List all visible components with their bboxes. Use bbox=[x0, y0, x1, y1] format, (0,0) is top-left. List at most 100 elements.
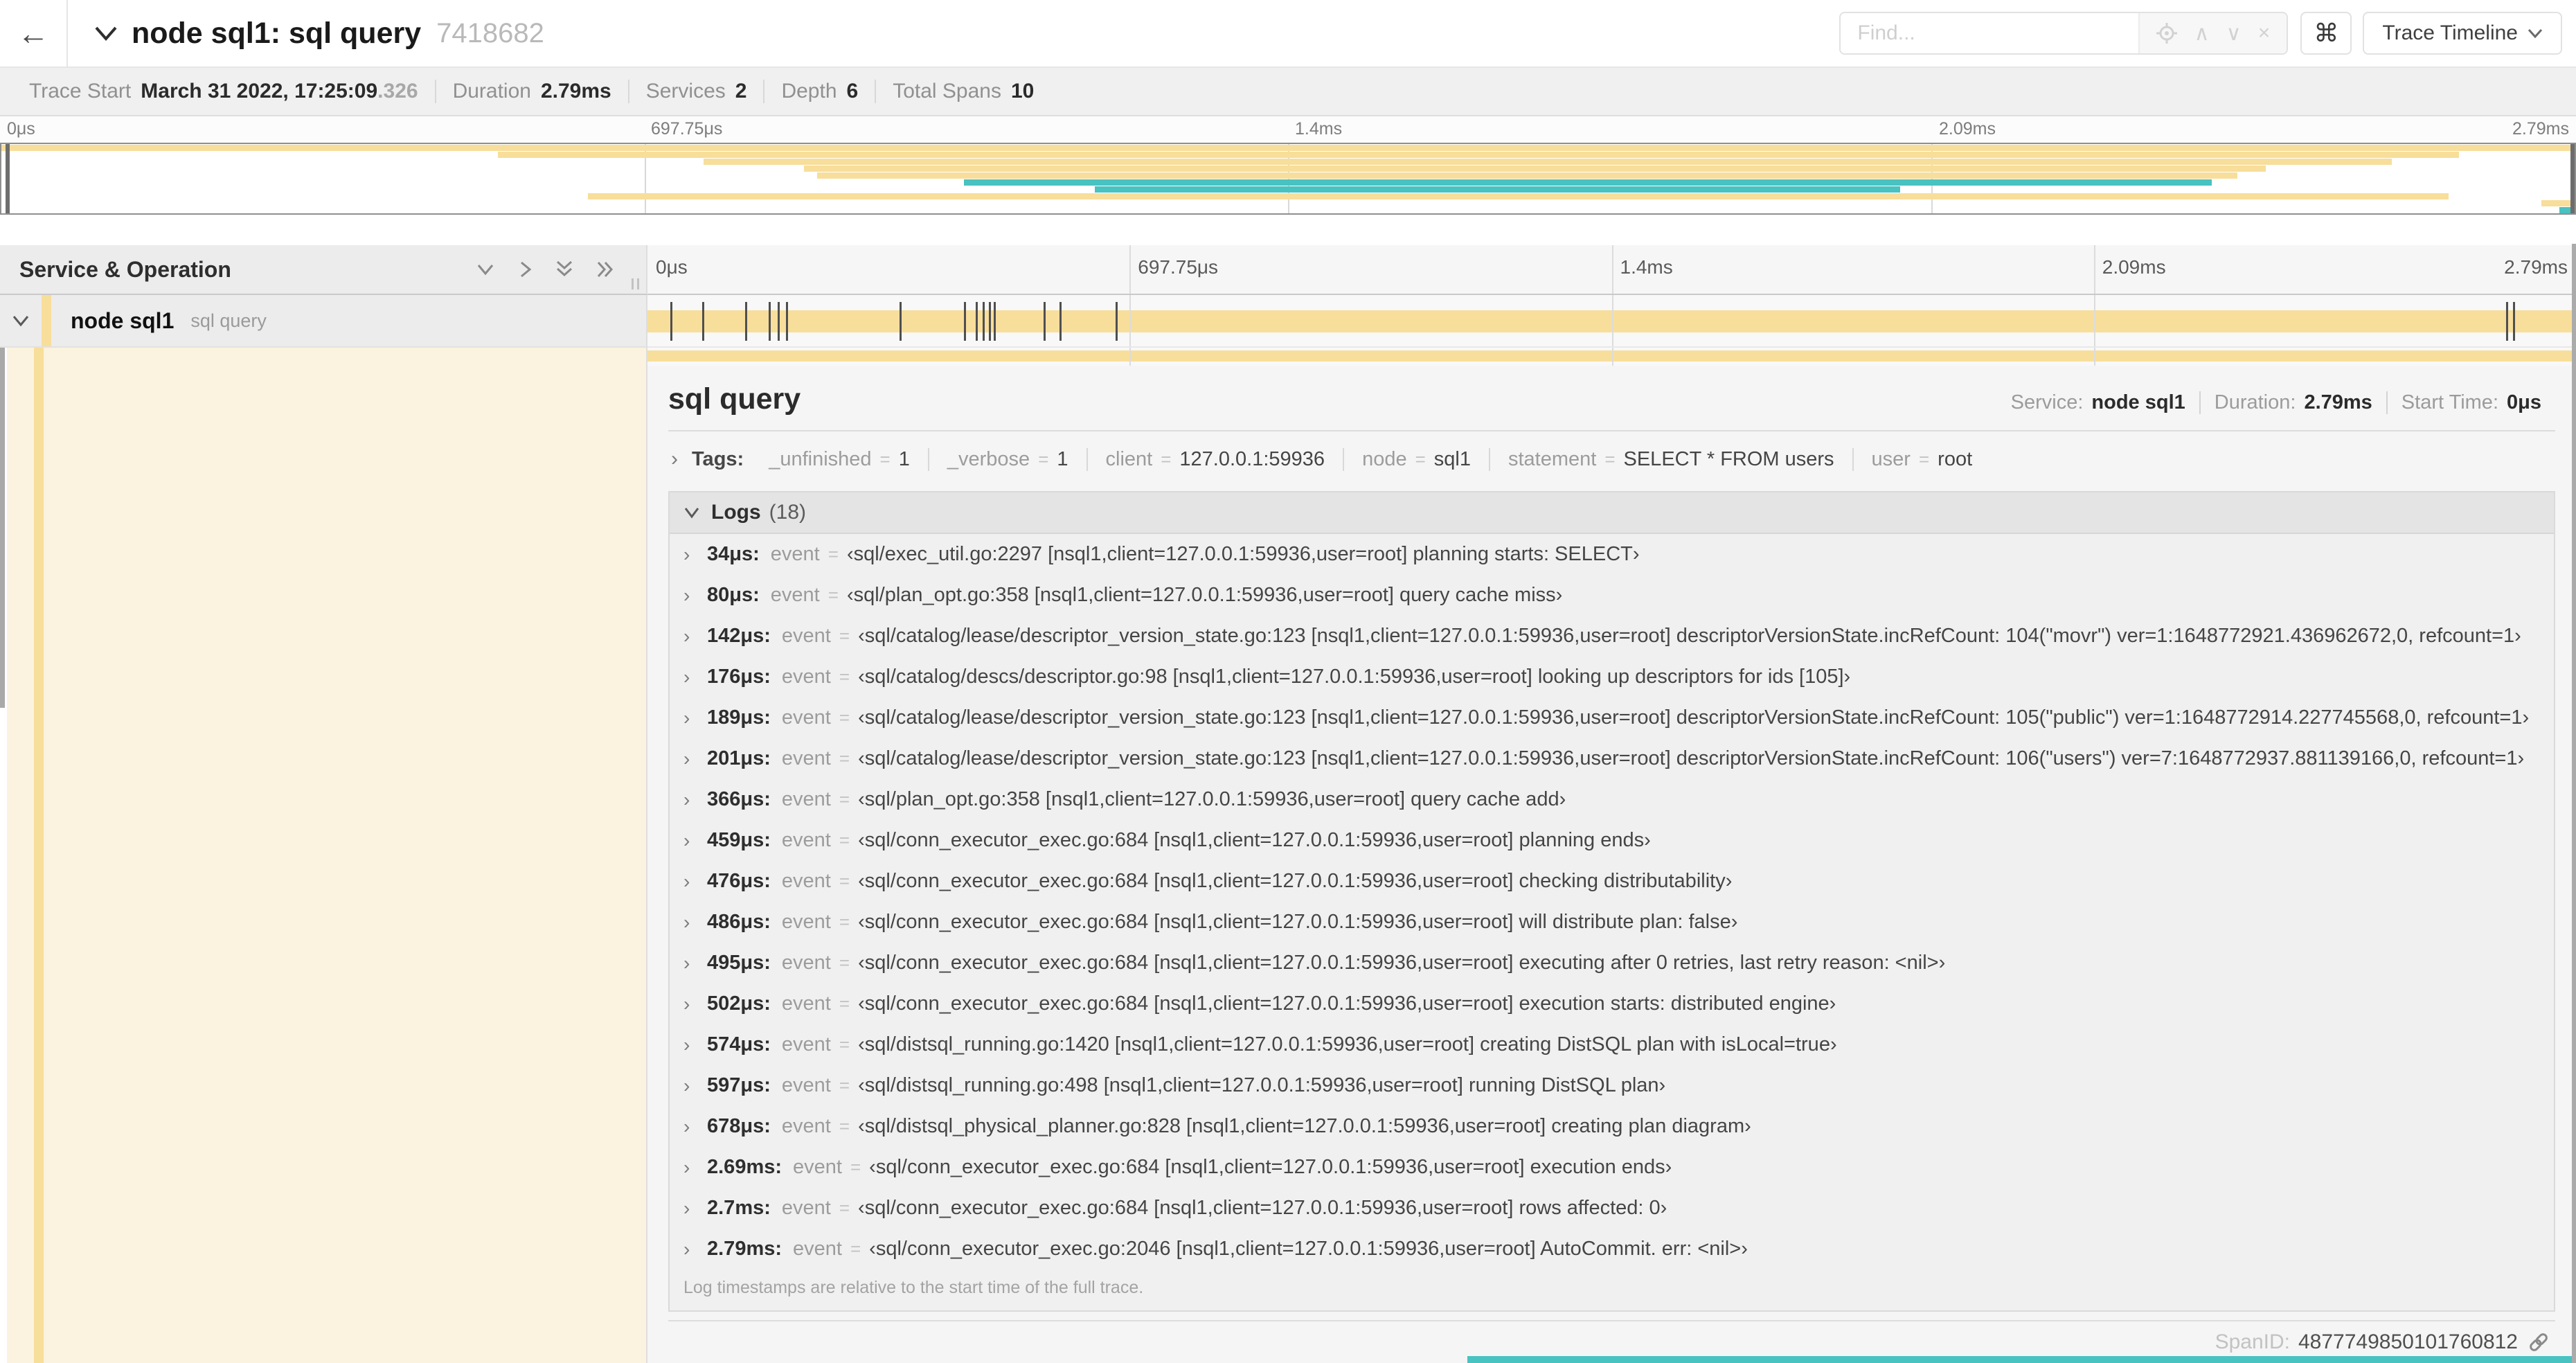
log-marker[interactable] bbox=[994, 302, 996, 341]
timeline-ruler: 0μs 697.75μs 1.4ms 2.09ms 2.79ms bbox=[647, 245, 2576, 295]
log-expand-chevron-right-icon[interactable]: › bbox=[683, 911, 707, 934]
find-input[interactable] bbox=[1841, 13, 2139, 53]
minimap-tick-label: 2.79ms bbox=[2512, 119, 2569, 139]
log-expand-chevron-right-icon[interactable]: › bbox=[683, 707, 707, 729]
minimap-tick-label: 697.75μs bbox=[651, 119, 723, 139]
log-expand-chevron-right-icon[interactable]: › bbox=[683, 1116, 707, 1138]
log-marker[interactable] bbox=[744, 302, 747, 341]
log-entry-row[interactable]: › 476μs: event = ‹sql/conn_executor_exec.go:… bbox=[670, 861, 2554, 902]
tags-expand-chevron-right-icon[interactable]: › bbox=[668, 447, 692, 471]
tag-item[interactable]: client = 127.0.0.1:59936 bbox=[1086, 447, 1343, 471]
log-expand-chevron-right-icon[interactable]: › bbox=[683, 1157, 707, 1179]
log-marker[interactable] bbox=[1115, 302, 1118, 341]
log-entry-row[interactable]: › 459μs: event = ‹sql/conn_executor_exec.go:… bbox=[670, 820, 2554, 861]
log-expand-chevron-right-icon[interactable]: › bbox=[683, 952, 707, 974]
tags-row[interactable]: › Tags: _unfinished = 1 _verbose = 1 client = 12… bbox=[668, 443, 2555, 476]
log-expand-chevron-right-icon[interactable]: › bbox=[683, 789, 707, 811]
log-entry-row[interactable]: › 502μs: event = ‹sql/conn_executor_exec.go:… bbox=[670, 983, 2554, 1024]
tag-item[interactable]: statement = SELECT * FROM users bbox=[1488, 447, 1852, 471]
detail-left-column bbox=[0, 348, 647, 1363]
collapse-controls bbox=[476, 259, 616, 280]
tag-item[interactable]: _unfinished = 1 bbox=[751, 448, 928, 471]
minimap-span-graph[interactable] bbox=[0, 143, 2576, 215]
log-marker[interactable] bbox=[983, 302, 985, 341]
minimap-right-scrubber[interactable] bbox=[2570, 144, 2575, 213]
vertical-scrollbar[interactable] bbox=[2572, 244, 2576, 1363]
log-entry-row[interactable]: › 366μs: event = ‹sql/plan_opt.go:358 [nsql1… bbox=[670, 779, 2554, 820]
log-marker[interactable] bbox=[964, 302, 967, 341]
back-button[interactable]: ← bbox=[0, 0, 68, 66]
log-marker[interactable] bbox=[768, 302, 771, 341]
tag-item[interactable]: node = sql1 bbox=[1343, 447, 1489, 471]
match-highlight-icon[interactable] bbox=[2156, 23, 2178, 44]
find-clear-icon[interactable]: × bbox=[2258, 21, 2271, 45]
span-bar-cell[interactable] bbox=[647, 295, 2576, 348]
log-marker[interactable] bbox=[976, 302, 978, 341]
log-marker[interactable] bbox=[785, 302, 788, 341]
log-entry-row[interactable]: › 574μs: event = ‹sql/distsql_running.go:142… bbox=[670, 1024, 2554, 1065]
log-entry-row[interactable]: › 486μs: event = ‹sql/conn_executor_exec.go:… bbox=[670, 902, 2554, 943]
find-group: ∧ ∨ × bbox=[1839, 12, 2289, 55]
log-entry-row[interactable]: › 2.7ms: event = ‹sql/conn_executor_exec.go:… bbox=[670, 1188, 2554, 1229]
log-expand-chevron-right-icon[interactable]: › bbox=[683, 1197, 707, 1220]
tag-item[interactable]: _verbose = 1 bbox=[927, 447, 1086, 471]
log-expand-chevron-right-icon[interactable]: › bbox=[683, 625, 707, 648]
log-marker[interactable] bbox=[900, 302, 902, 341]
log-entry-row[interactable]: › 597μs: event = ‹sql/distsql_running.go:498… bbox=[670, 1065, 2554, 1106]
expand-all-double-icon[interactable] bbox=[595, 260, 616, 279]
find-next-icon[interactable]: ∨ bbox=[2226, 21, 2242, 46]
log-expand-chevron-right-icon[interactable]: › bbox=[683, 666, 707, 688]
collapse-all-icon[interactable] bbox=[476, 260, 495, 278]
span-name-cell[interactable]: node sql1 sql query bbox=[0, 295, 647, 348]
log-entry-row[interactable]: › 34μs: event = ‹sql/exec_util.go:2297 [nsql… bbox=[670, 534, 2554, 575]
ruler-tick-label: 697.75μs bbox=[1138, 256, 1219, 278]
log-entry-row[interactable]: › 176μs: event = ‹sql/catalog/descs/descript… bbox=[670, 657, 2554, 697]
log-marker[interactable] bbox=[2506, 302, 2509, 341]
span-collapse-chevron-down-icon[interactable] bbox=[0, 314, 42, 328]
detail-right-column: sql query Service: node sql1 Duration: 2.79… bbox=[647, 348, 2576, 1363]
tag-item[interactable]: user = root bbox=[1852, 447, 1991, 471]
minimap-left-scrubber[interactable] bbox=[6, 144, 10, 213]
column-resize-grip[interactable] bbox=[632, 278, 639, 289]
log-entry-row[interactable]: › 2.69ms: event = ‹sql/conn_executor_exec.go… bbox=[670, 1147, 2554, 1188]
trace-view-selector[interactable]: Trace Timeline bbox=[2363, 12, 2562, 55]
log-marker[interactable] bbox=[777, 302, 780, 341]
log-marker[interactable] bbox=[2513, 302, 2516, 341]
log-marker[interactable] bbox=[1043, 302, 1046, 341]
log-entry-row[interactable]: › 189μs: event = ‹sql/catalog/lease/descript… bbox=[670, 697, 2554, 738]
find-prev-icon[interactable]: ∧ bbox=[2194, 21, 2210, 46]
log-marker[interactable] bbox=[1059, 302, 1062, 341]
log-expand-chevron-right-icon[interactable]: › bbox=[683, 1075, 707, 1097]
tags-list: _unfinished = 1 _verbose = 1 client = 127.0.0.1:… bbox=[751, 447, 1991, 471]
log-entry-row[interactable]: › 80μs: event = ‹sql/plan_opt.go:358 [nsql1,… bbox=[670, 575, 2554, 616]
log-expand-chevron-right-icon[interactable]: › bbox=[683, 1034, 707, 1056]
left-scrollbar-thumb[interactable] bbox=[0, 348, 5, 708]
log-entry-row[interactable]: › 201μs: event = ‹sql/catalog/lease/descript… bbox=[670, 738, 2554, 779]
log-entry-row[interactable]: › 142μs: event = ‹sql/catalog/lease/descript… bbox=[670, 616, 2554, 657]
log-expand-chevron-right-icon[interactable]: › bbox=[683, 993, 707, 1015]
logs-collapse-chevron-down-icon[interactable] bbox=[683, 506, 700, 519]
log-expand-chevron-right-icon[interactable]: › bbox=[683, 585, 707, 607]
log-expand-chevron-right-icon[interactable]: › bbox=[683, 544, 707, 566]
log-entry-row[interactable]: › 2.79ms: event = ‹sql/conn_executor_exec.go… bbox=[670, 1229, 2554, 1270]
trace-stat: Trace Start March 31 2022, 17:25:09.326 bbox=[29, 80, 418, 103]
log-marker[interactable] bbox=[989, 302, 992, 341]
selected-span-highlight bbox=[7, 348, 646, 1363]
minimap-span-bar bbox=[588, 193, 2449, 199]
trace-title-chevron-down-icon[interactable] bbox=[94, 25, 118, 42]
logs-block: Logs (18) › 34μs: event = ‹sql/exec_util.go:… bbox=[668, 491, 2555, 1312]
log-entry-row[interactable]: › 495μs: event = ‹sql/conn_executor_exec.go:… bbox=[670, 943, 2554, 983]
collapse-all-double-icon[interactable] bbox=[555, 259, 574, 280]
log-marker[interactable] bbox=[670, 302, 672, 341]
log-expand-chevron-right-icon[interactable]: › bbox=[683, 871, 707, 893]
log-expand-chevron-right-icon[interactable]: › bbox=[683, 1238, 707, 1260]
timeline-gridline bbox=[2093, 348, 2095, 366]
log-entry-row[interactable]: › 678μs: event = ‹sql/distsql_physical_plann… bbox=[670, 1106, 2554, 1147]
keyboard-shortcuts-button[interactable]: ⌘ bbox=[2300, 12, 2352, 55]
logs-header[interactable]: Logs (18) bbox=[670, 492, 2554, 534]
deep-link-icon[interactable] bbox=[2528, 1331, 2550, 1353]
log-expand-chevron-right-icon[interactable]: › bbox=[683, 748, 707, 770]
log-expand-chevron-right-icon[interactable]: › bbox=[683, 830, 707, 852]
log-marker[interactable] bbox=[701, 302, 704, 341]
expand-one-icon[interactable] bbox=[516, 260, 534, 279]
